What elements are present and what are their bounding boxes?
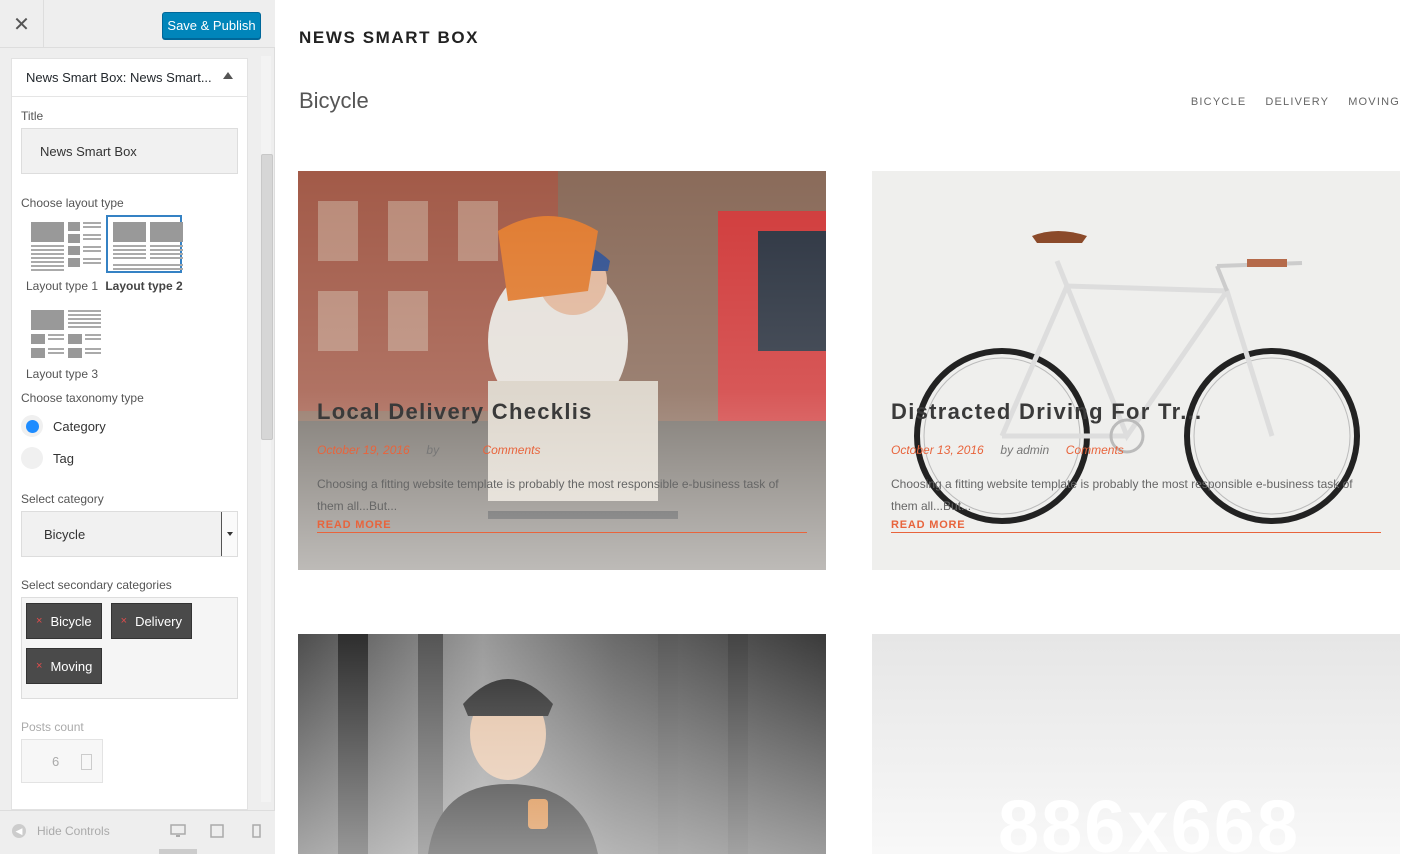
read-more-link[interactable]: READ MORE — [317, 519, 807, 533]
widget-section-title: News Smart Box: News Smart... — [26, 70, 212, 85]
placeholder-size-text: 886x668 — [998, 785, 1301, 854]
layout-type-3-label: Layout type 3 — [25, 367, 99, 381]
layout-type-2-label: Layout type 2 — [105, 279, 183, 293]
category-radio-label: Category — [53, 418, 106, 434]
category-radio[interactable] — [21, 415, 43, 437]
save-publish-button[interactable]: Save & Publish — [162, 12, 261, 39]
remove-chip-icon[interactable]: × — [36, 660, 42, 672]
posts-count-input[interactable]: 6 — [21, 739, 103, 783]
layout-type-1-label: Layout type 1 — [25, 279, 99, 293]
widget-panel: News Smart Box: News Smart... Title News… — [11, 58, 248, 810]
post-title[interactable]: Distracted Driving For Tr... — [891, 399, 1381, 425]
post-card[interactable]: 886x668 — [872, 634, 1400, 854]
layout-type-2-thumbnail — [106, 215, 183, 273]
post-date[interactable]: October 19, 2016 — [317, 443, 410, 457]
post-by: by — [426, 443, 440, 457]
layout-type-1-option[interactable]: Layout type 1 — [21, 215, 103, 293]
sidebar-header: ✕ Save & Publish — [0, 0, 275, 48]
tab-delivery[interactable]: DELIVERY — [1265, 96, 1329, 108]
layout-type-2-option[interactable]: Layout type 2 — [103, 215, 185, 293]
hide-controls-button[interactable]: ◀ Hide Controls — [12, 824, 110, 838]
post-title[interactable]: Local Delivery Checklis — [317, 399, 807, 425]
post-meta: October 13, 2016 by admin Comments — [891, 443, 1381, 457]
post-card[interactable]: Distracted Driving For Tr... October 13,… — [872, 171, 1400, 570]
title-input-value: News Smart Box — [40, 143, 137, 159]
post-card[interactable] — [298, 634, 826, 854]
widget-form: Title News Smart Box Choose layout type — [12, 97, 247, 783]
post-comments[interactable]: Comments — [482, 443, 540, 457]
taxonomy-category-option[interactable]: Category — [21, 410, 238, 442]
post-excerpt: Choosing a fitting website template is p… — [891, 477, 1353, 513]
number-spinner-icon[interactable] — [81, 754, 92, 770]
title-label: Title — [21, 109, 44, 123]
post-date[interactable]: October 13, 2016 — [891, 443, 984, 457]
read-more-link[interactable]: READ MORE — [891, 519, 1381, 533]
post-content: Distracted Driving For Tr... October 13,… — [891, 399, 1381, 533]
chip-label: Bicycle — [50, 613, 92, 629]
widget-title: NEWS SMART BOX — [299, 28, 480, 47]
category-tabs: BICYCLE DELIVERY MOVING — [1191, 96, 1400, 108]
chevron-down-icon[interactable] — [221, 512, 237, 556]
close-icon[interactable]: ✕ — [0, 0, 44, 48]
sidebar-footer: ◀ Hide Controls — [0, 810, 275, 854]
remove-chip-icon[interactable]: × — [36, 615, 42, 627]
site-preview: NEWS SMART BOX Bicycle BICYCLE DELIVERY … — [276, 0, 1419, 854]
post-content: Local Delivery Checklis October 19, 2016… — [317, 399, 807, 533]
title-input[interactable]: News Smart Box — [21, 128, 238, 174]
taxonomy-type-label: Choose taxonomy type — [21, 391, 144, 405]
collapse-arrow-icon[interactable] — [223, 72, 233, 79]
tab-bicycle[interactable]: BICYCLE — [1191, 96, 1246, 108]
chip-moving: × Moving — [26, 648, 103, 684]
chip-bicycle: × Bicycle — [26, 603, 102, 639]
taxonomy-tag-option[interactable]: Tag — [21, 442, 238, 474]
chip-label: Delivery — [135, 613, 183, 629]
category-select[interactable]: Bicycle — [21, 511, 238, 557]
tag-radio[interactable] — [21, 447, 43, 469]
footer-indicator — [159, 849, 197, 854]
widget-section-header[interactable]: News Smart Box: News Smart... — [12, 59, 247, 97]
post-comments[interactable]: Comments — [1066, 443, 1124, 457]
tablet-icon[interactable] — [209, 824, 225, 838]
secondary-categories-select[interactable]: × Bicycle × Delivery × Moving — [21, 597, 238, 699]
post-excerpt: Choosing a fitting website template is p… — [317, 477, 779, 513]
collapse-arrow-icon: ◀ — [12, 824, 26, 838]
post-author[interactable]: admin — [1016, 443, 1049, 457]
desktop-icon[interactable] — [170, 824, 186, 838]
mobile-icon[interactable] — [248, 824, 264, 838]
sidebar-scrollbar[interactable] — [258, 48, 275, 810]
layout-type-label: Choose layout type — [21, 196, 124, 210]
layout-type-options: Layout type 1 Layout type 2 Layout type … — [21, 215, 241, 391]
scrollbar-thumb[interactable] — [261, 154, 273, 440]
tag-radio-label: Tag — [53, 450, 74, 466]
post-meta: October 19, 2016 by Comments — [317, 443, 807, 457]
posts-count-value: 6 — [52, 753, 60, 769]
post-card[interactable]: Local Delivery Checklis October 19, 2016… — [298, 171, 826, 570]
layout-type-3-option[interactable]: Layout type 3 — [21, 303, 103, 381]
post-image — [298, 634, 826, 854]
layout-type-1-thumbnail — [24, 215, 101, 273]
customizer-sidebar: ✕ Save & Publish News Smart Box: News Sm… — [0, 0, 275, 854]
category-title: Bicycle — [299, 88, 369, 113]
category-select-value: Bicycle — [44, 526, 86, 542]
chip-delivery: × Delivery — [110, 603, 193, 639]
select-category-label: Select category — [21, 492, 104, 506]
customizer-app: ✕ Save & Publish News Smart Box: News Sm… — [0, 0, 1419, 854]
layout-type-3-thumbnail — [24, 303, 101, 361]
chip-label: Moving — [50, 658, 93, 674]
tab-moving[interactable]: MOVING — [1348, 96, 1400, 108]
secondary-categories-label: Select secondary categories — [21, 578, 172, 592]
remove-chip-icon[interactable]: × — [121, 615, 127, 627]
hide-controls-label: Hide Controls — [37, 824, 110, 838]
posts-count-label: Posts count — [21, 720, 84, 734]
post-by: by — [1000, 443, 1014, 457]
